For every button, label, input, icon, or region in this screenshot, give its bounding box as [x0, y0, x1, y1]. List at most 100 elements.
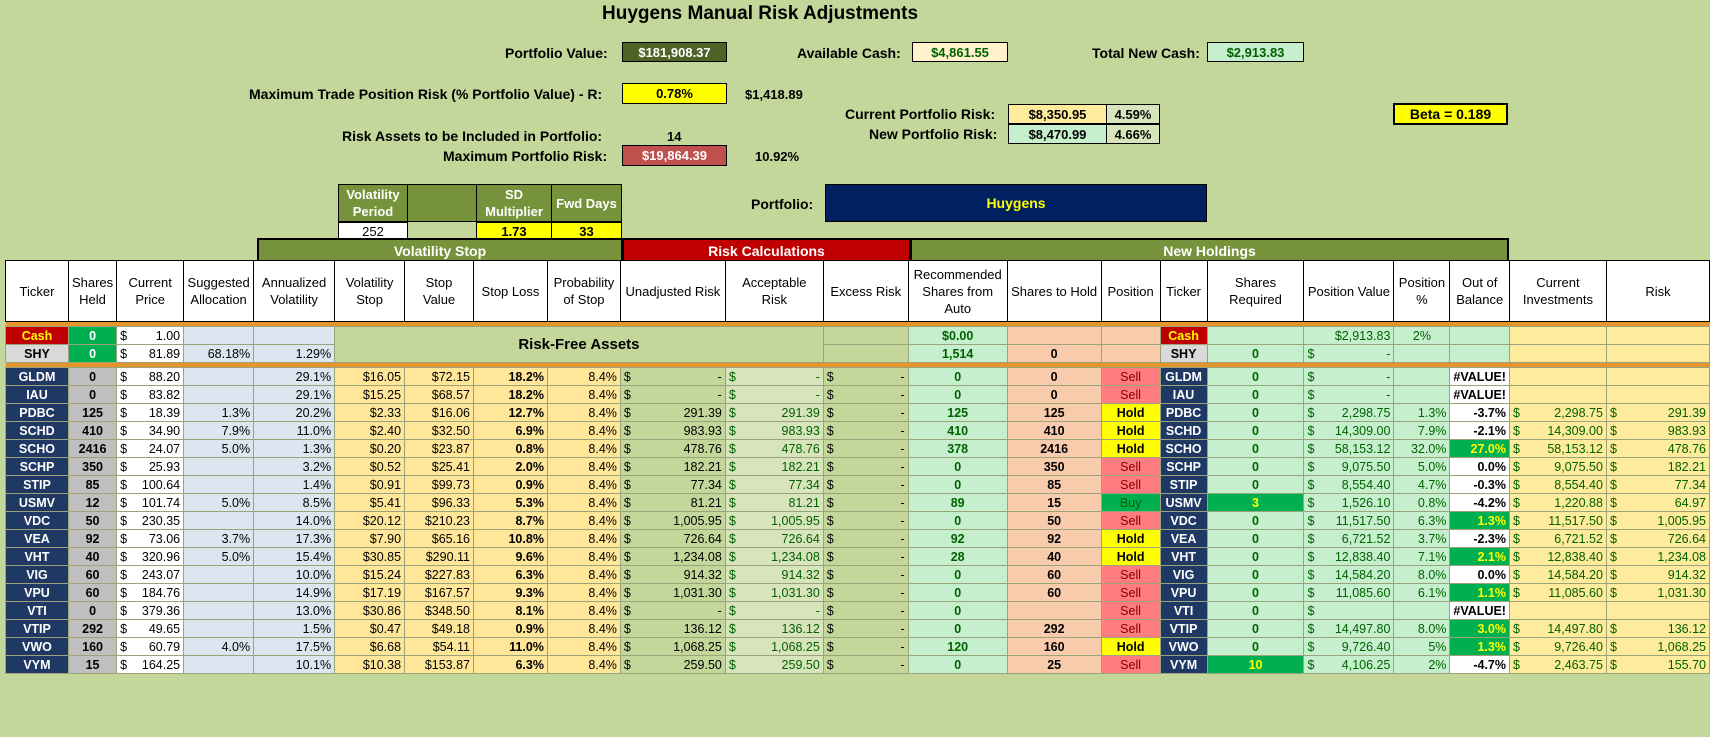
shares-to-hold-cell[interactable]: 160	[1006, 637, 1102, 656]
shares-to-hold-cell[interactable]: 125	[1006, 403, 1102, 422]
table-row[interactable]: VPU 60 $184.76 14.9% $17.19 $167.57 9.3% 8.4% $1…	[5, 583, 1710, 602]
price-cell: $34.90	[116, 421, 185, 440]
shares-to-hold-cell[interactable]: 0	[1006, 367, 1102, 386]
current-investments-cell: $12,838.40	[1508, 547, 1607, 566]
shares-held-cell[interactable]: 92	[67, 529, 118, 548]
shares-held-cell[interactable]: 0	[67, 385, 118, 404]
shares-held-cell[interactable]: 60	[67, 583, 118, 602]
shares-required-cell: 0	[1206, 637, 1305, 656]
table-row[interactable]: VWO 160 $60.79 4.0% 17.5% $6.68 $54.11 11.0% 8.4…	[5, 637, 1710, 656]
total-new-cash[interactable]: $2,913.83	[1207, 42, 1304, 62]
table-row[interactable]: SCHO 2416 $24.07 5.0% 1.3% $0.20 $23.87 0.8% 8.4…	[5, 439, 1710, 458]
position-pct-cell: 32.0%	[1393, 439, 1451, 458]
position-value-cell: $ -	[1303, 344, 1395, 363]
shares-held-cell[interactable]: 292	[67, 619, 118, 638]
shares-held-cell[interactable]: 0	[67, 344, 118, 363]
out-of-balance-cell: #VALUE!	[1449, 367, 1510, 386]
table-row[interactable]: VTIP 292 $49.65 1.5% $0.47 $49.18 0.9% 8.4% $136…	[5, 619, 1710, 638]
current-investments-cell: $14,584.20	[1508, 565, 1607, 584]
max-trade-risk-pct[interactable]: 0.78%	[622, 83, 727, 104]
shares-to-hold-cell[interactable]: 85	[1006, 475, 1102, 494]
shares-held-cell[interactable]: 410	[67, 421, 118, 440]
position-cell: Hold	[1100, 403, 1161, 422]
risk-cell: $291.39	[1605, 403, 1710, 422]
acceptable-risk-cell: $291.39	[724, 403, 824, 422]
unadjusted-risk-cell: $259.50	[619, 655, 726, 674]
recommended-shares-cell: 0	[907, 367, 1008, 386]
shares-to-hold-cell[interactable]: 410	[1006, 421, 1102, 440]
volatility-stop-cell: $6.68	[334, 637, 406, 656]
position-pct-cell: 6.3%	[1393, 511, 1451, 530]
shares-held-cell[interactable]: 50	[67, 511, 118, 530]
shares-held-cell[interactable]: 85	[67, 475, 118, 494]
shares-held-cell[interactable]: 160	[67, 637, 118, 656]
table-row[interactable]: VTI 0 $379.36 13.0% $30.86 $348.50 8.1% 8.4% $ - $…	[5, 601, 1710, 620]
table-row[interactable]: GLDM 0 $88.20 29.1% $16.05 $72.15 18.2% 8.4% $ - $…	[5, 367, 1710, 386]
shares-to-hold-cell[interactable]: 2416	[1006, 439, 1102, 458]
current-investments-cell: $58,153.12	[1508, 439, 1607, 458]
table-row[interactable]: SCHP 350 $25.93 3.2% $0.52 $25.41 2.0% 8.4% $182…	[5, 457, 1710, 476]
table-row[interactable]: STIP 85 $100.64 1.4% $0.91 $99.73 0.9% 8.4% $77.…	[5, 475, 1710, 494]
shares-to-hold-cell[interactable]: 60	[1006, 565, 1102, 584]
cash-row[interactable]: Cash 0 $1.00 Risk-Free Assets $0.00 Cash…	[5, 326, 1710, 363]
volatility-stop-cell: $0.91	[334, 475, 406, 494]
position-value-cell: $11,085.60	[1303, 583, 1395, 602]
available-cash[interactable]: $4,861.55	[912, 42, 1008, 62]
shares-to-hold-cell[interactable]: 0	[1006, 385, 1102, 404]
annualized-volatility-cell: 8.5%	[253, 493, 336, 512]
shares-held-cell[interactable]: 125	[67, 403, 118, 422]
unadjusted-risk-cell: $983.93	[619, 421, 726, 440]
shares-held-cell[interactable]: 0	[67, 367, 118, 386]
shares-required-cell: 3	[1206, 493, 1305, 512]
stop-value-cell: $99.73	[404, 475, 474, 494]
shares-to-hold-cell[interactable]: 50	[1006, 511, 1102, 530]
shares-to-hold-cell[interactable]: 292	[1006, 619, 1102, 638]
shares-held-cell[interactable]: 0	[67, 326, 118, 345]
table-row[interactable]: VYM 15 $164.25 10.1% $10.38 $153.87 6.3% 8.4% $2…	[5, 655, 1710, 674]
table-row[interactable]: VEA 92 $73.06 3.7% 17.3% $7.90 $65.16 10.8% 8.4%…	[5, 529, 1710, 548]
position-value-cell: $58,153.12	[1303, 439, 1395, 458]
shares-to-hold-cell[interactable]: 60	[1006, 583, 1102, 602]
position-pct-cell: 2%	[1393, 655, 1451, 674]
ticker-cell: VTI	[5, 601, 69, 620]
risk-cell: $77.34	[1605, 475, 1710, 494]
table-row[interactable]: SCHD 410 $34.90 7.9% 11.0% $2.40 $32.50 6.9% 8.4…	[5, 421, 1710, 440]
current-investments-cell: $8,554.40	[1508, 475, 1607, 494]
ticker-cell: PDBC	[5, 403, 69, 422]
shares-to-hold-cell[interactable]: 25	[1006, 655, 1102, 674]
table-row[interactable]: PDBC 125 $18.39 1.3% 20.2% $2.33 $16.06 12.7% 8.…	[5, 403, 1710, 422]
table-row[interactable]: VHT 40 $320.96 5.0% 15.4% $30.85 $290.11 9.6% 8.…	[5, 547, 1710, 566]
column-header: Excess Risk	[822, 260, 909, 322]
stop-loss-cell: 6.9%	[473, 421, 548, 440]
portfolio-value[interactable]: $181,908.37	[622, 42, 727, 62]
shares-held-cell[interactable]: 350	[67, 457, 118, 476]
shares-to-hold-cell[interactable]: 40	[1006, 547, 1102, 566]
table-row[interactable]: VDC 50 $230.35 14.0% $20.12 $210.23 8.7% 8.4% $1…	[5, 511, 1710, 530]
shares-held-cell[interactable]: 12	[67, 493, 118, 512]
position-value-cell: $14,309.00	[1303, 421, 1395, 440]
shares-to-hold-cell[interactable]: 92	[1006, 529, 1102, 548]
table-row[interactable]: VIG 60 $243.07 10.0% $15.24 $227.83 6.3% 8.4% $9…	[5, 565, 1710, 584]
shares-held-cell[interactable]: 0	[67, 601, 118, 620]
alloc-cell	[183, 511, 255, 530]
shares-held-cell[interactable]: 15	[67, 655, 118, 674]
unadjusted-risk-cell: $81.21	[619, 493, 726, 512]
shy-row[interactable]: SHY 0 $81.89 68.18% 1.29% 1,514 0 SHY 0 …	[5, 344, 1710, 363]
unadjusted-risk-cell: $726.64	[619, 529, 726, 548]
shares-to-hold-cell[interactable]: 350	[1006, 457, 1102, 476]
new-risk-pct: 4.66%	[1106, 124, 1160, 144]
price-cell: $88.20	[116, 367, 185, 386]
shares-held-cell[interactable]: 60	[67, 565, 118, 584]
shares-to-hold-cell[interactable]: 15	[1006, 493, 1102, 512]
table-row[interactable]: IAU 0 $83.82 29.1% $15.25 $68.57 18.2% 8.4% $ - $ -…	[5, 385, 1710, 404]
shares-to-hold-cell[interactable]	[1006, 601, 1102, 620]
column-header: Position %	[1393, 260, 1451, 322]
shares-required-cell: 0	[1206, 601, 1305, 620]
column-header: Probability of Stop	[546, 260, 621, 322]
shares-held-cell[interactable]: 40	[67, 547, 118, 566]
stop-value-cell: $32.50	[404, 421, 474, 440]
table-row[interactable]: USMV 12 $101.74 5.0% 8.5% $5.41 $96.33 5.3% 8.4%…	[5, 493, 1710, 512]
shares-held-cell[interactable]: 2416	[67, 439, 118, 458]
band-risk-calculations: Risk Calculations	[622, 238, 911, 261]
alloc-cell: 5.0%	[183, 493, 255, 512]
